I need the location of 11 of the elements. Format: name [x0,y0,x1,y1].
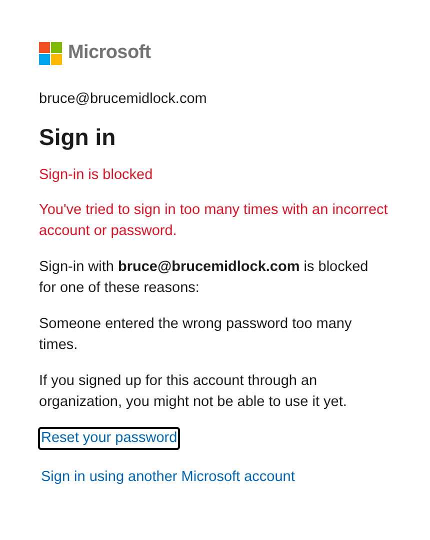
logo-icon [39,42,62,64]
account-email: bruce@brucemidlock.com [39,90,208,109]
text-link[interactable]: Sign in using another Microsoft account [38,466,298,489]
error-message: You've tried to sign in too many times with an incorrect account or password. [39,201,389,241]
info-paragraph: Someone entered the wrong password too many times. [39,315,353,355]
info-paragraph: Sign-in with bruce@brucemidlock.com is blocked for one of these reasons: [39,258,370,298]
logo-wordmark: Microsoft [68,42,151,64]
info-paragraph: If you signed up for this account through an organization, you might not be able to use it yet. [39,372,348,412]
page-title: Sign in [39,123,117,152]
text-link[interactable]: Reset your password [38,427,180,450]
error-title: Sign-in is blocked [39,166,154,185]
